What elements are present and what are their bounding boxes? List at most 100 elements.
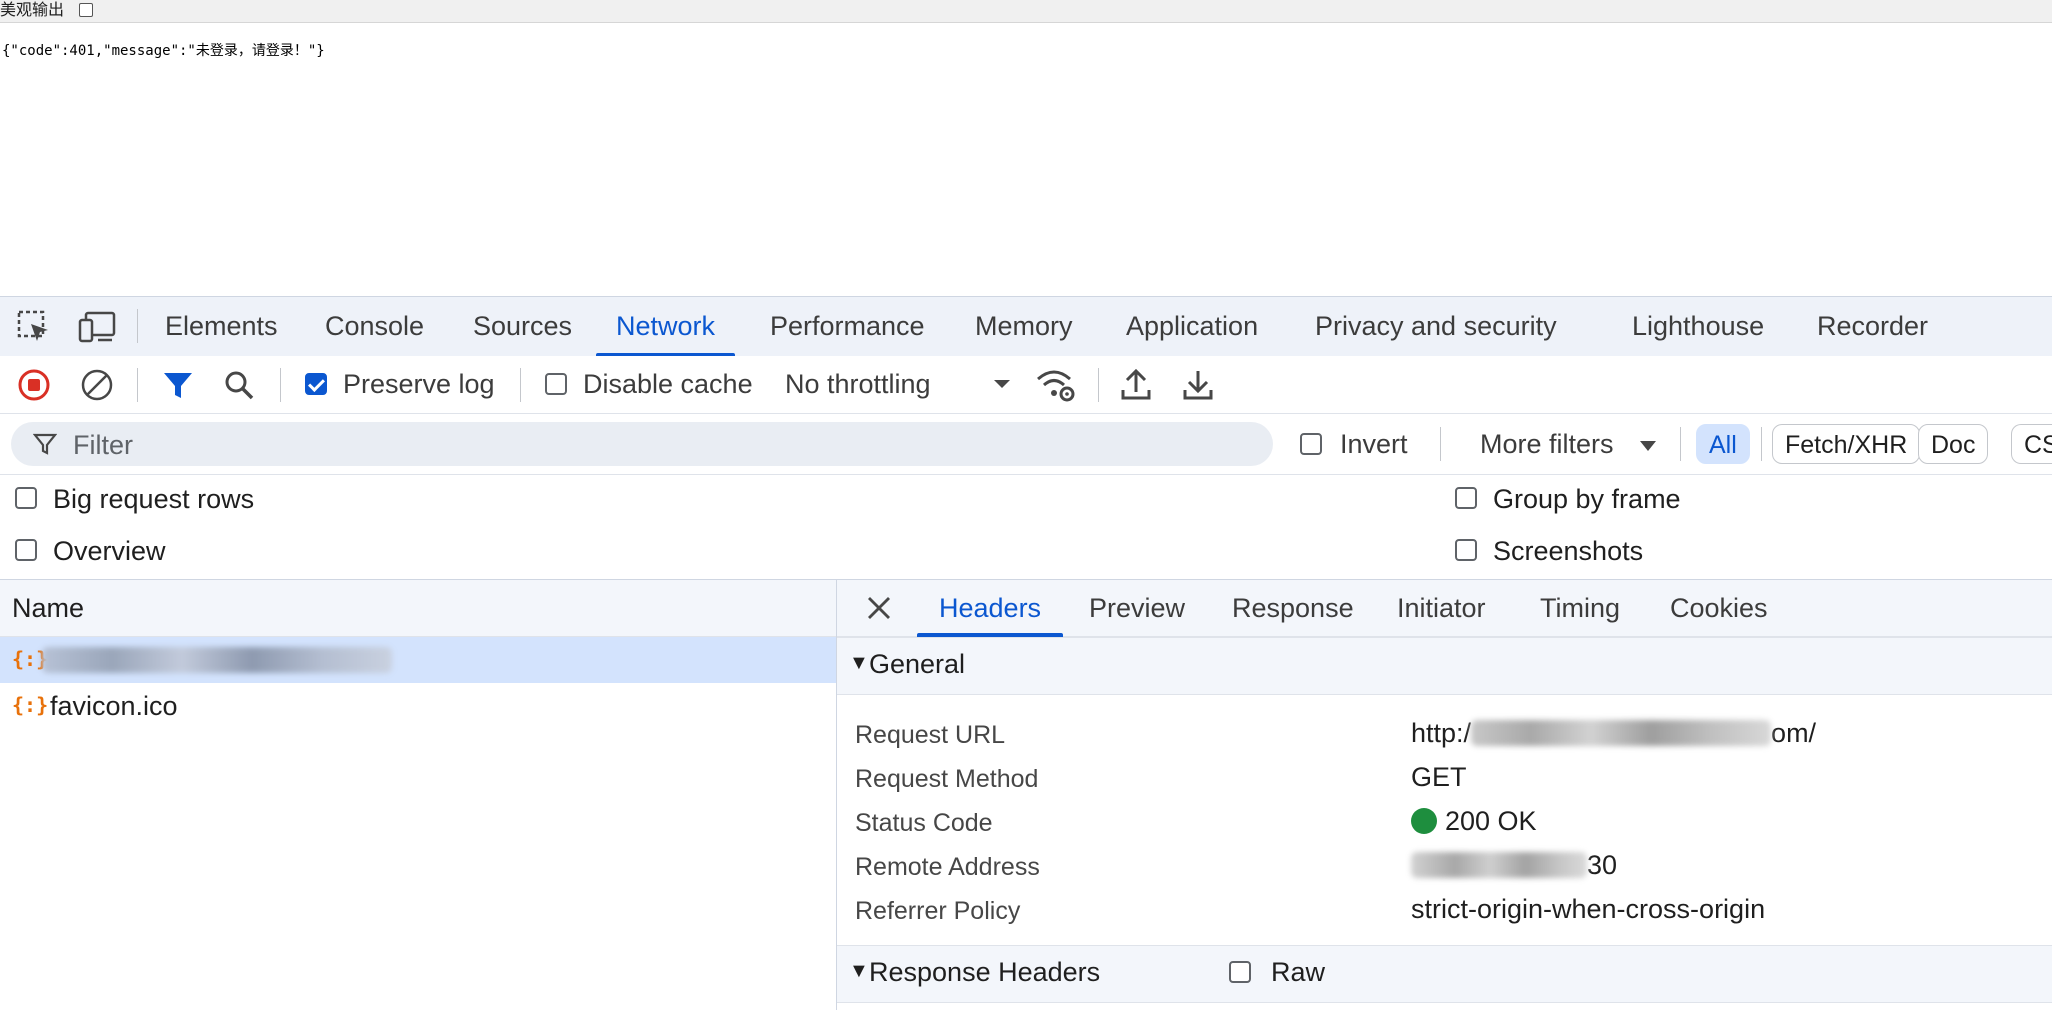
pretty-print-checkbox[interactable] bbox=[79, 3, 93, 17]
response-headers-section-header[interactable]: ▼ Response Headers Raw bbox=[837, 945, 2052, 1003]
status-ok-dot-icon bbox=[1411, 808, 1437, 834]
tab-cookies[interactable]: Cookies bbox=[1670, 580, 1768, 636]
screenshots-label: Screenshots bbox=[1493, 536, 1644, 566]
request-method-value: GET bbox=[1411, 762, 1467, 792]
tab-console[interactable]: Console bbox=[325, 297, 424, 356]
big-request-rows-label: Big request rows bbox=[53, 484, 255, 514]
referrer-policy-value: strict-origin-when-cross-origin bbox=[1411, 894, 1766, 924]
redacted-request-name bbox=[42, 647, 392, 673]
request-name: favicon.ico bbox=[50, 691, 178, 721]
general-section-title: General bbox=[869, 649, 966, 679]
filter-separator bbox=[1761, 427, 1762, 461]
type-filter-css[interactable]: CS bbox=[2011, 424, 2052, 464]
filter-field[interactable] bbox=[11, 422, 1273, 468]
general-section-header[interactable]: ▼ General bbox=[837, 637, 2052, 695]
triangle-down-icon: ▼ bbox=[849, 960, 869, 982]
filter-separator bbox=[1440, 427, 1441, 461]
clear-icon[interactable] bbox=[79, 367, 115, 403]
throttling-select[interactable]: No throttling bbox=[785, 356, 931, 413]
tab-bar-separator bbox=[137, 309, 138, 343]
search-icon[interactable] bbox=[221, 367, 257, 403]
status-code-key: Status Code bbox=[855, 809, 993, 837]
request-row[interactable]: {:} favicon.ico bbox=[0, 683, 836, 729]
filter-input[interactable] bbox=[71, 422, 1255, 468]
status-code-text: 200 OK bbox=[1445, 806, 1537, 836]
redacted-ip bbox=[1411, 852, 1587, 878]
device-toolbar-icon[interactable] bbox=[78, 309, 116, 345]
tab-elements[interactable]: Elements bbox=[165, 297, 278, 356]
preserve-log-checkbox[interactable] bbox=[305, 373, 327, 395]
request-row[interactable]: {:} bbox=[0, 637, 836, 683]
import-har-icon[interactable] bbox=[1118, 366, 1154, 404]
inspect-element-icon[interactable] bbox=[16, 309, 52, 345]
filter-row: Invert More filters All Fetch/XHR Doc CS bbox=[0, 414, 2052, 475]
pretty-print-label: 美观输出 bbox=[0, 0, 65, 19]
overview-label: Overview bbox=[53, 536, 166, 566]
pretty-print-bar: 美观输出 bbox=[0, 0, 2052, 23]
tab-recorder[interactable]: Recorder bbox=[1817, 297, 1928, 356]
tab-lighthouse[interactable]: Lighthouse bbox=[1632, 297, 1764, 356]
tab-network[interactable]: Network bbox=[595, 297, 736, 357]
request-url-value: http:/ om/ bbox=[1411, 718, 1816, 749]
referrer-policy-key: Referrer Policy bbox=[855, 897, 1021, 925]
disable-cache-checkbox[interactable] bbox=[545, 373, 567, 395]
tab-performance[interactable]: Performance bbox=[770, 297, 925, 356]
remote-address-suffix: 30 bbox=[1587, 850, 1618, 880]
export-har-icon[interactable] bbox=[1180, 366, 1216, 404]
json-response-text: {"code":401,"message":"未登录，请登录！"} bbox=[2, 43, 325, 59]
remote-address-value: 30 bbox=[1411, 850, 1617, 881]
request-url-key: Request URL bbox=[855, 721, 1006, 749]
big-request-rows-checkbox[interactable] bbox=[15, 487, 37, 509]
toolbar-separator bbox=[520, 368, 521, 402]
request-method-key: Request Method bbox=[855, 765, 1039, 793]
network-toolbar: Preserve log Disable cache No throttling bbox=[0, 356, 2052, 414]
overview-checkbox[interactable] bbox=[15, 539, 37, 561]
type-filter-all[interactable]: All bbox=[1696, 424, 1750, 464]
filter-separator bbox=[1680, 427, 1681, 461]
tab-preview[interactable]: Preview bbox=[1089, 580, 1185, 636]
type-filter-doc[interactable]: Doc bbox=[1918, 424, 1989, 464]
raw-headers-checkbox[interactable] bbox=[1229, 961, 1251, 983]
response-headers-title: Response Headers bbox=[869, 957, 1101, 987]
raw-headers-label: Raw bbox=[1271, 957, 1326, 987]
tab-application[interactable]: Application bbox=[1126, 297, 1258, 356]
tab-initiator[interactable]: Initiator bbox=[1397, 580, 1486, 636]
request-url-suffix: om/ bbox=[1771, 718, 1817, 748]
stop-recording-icon[interactable] bbox=[16, 367, 52, 403]
tab-response[interactable]: Response bbox=[1232, 580, 1354, 636]
page-content: 美观输出 {"code":401,"message":"未登录，请登录！"} bbox=[0, 0, 2052, 296]
filter-funnel-icon bbox=[33, 432, 57, 456]
devtools-panel: Elements Console Sources Network Perform… bbox=[0, 296, 2052, 1010]
tab-headers[interactable]: Headers bbox=[916, 580, 1064, 637]
tab-timing[interactable]: Timing bbox=[1540, 580, 1620, 636]
filter-funnel-icon[interactable] bbox=[160, 367, 196, 403]
chevron-down-icon[interactable] bbox=[990, 374, 1014, 394]
preserve-log-label: Preserve log bbox=[343, 369, 495, 399]
group-by-frame-label: Group by frame bbox=[1493, 484, 1681, 514]
more-filters-button[interactable]: More filters bbox=[1480, 416, 1614, 473]
fetch-request-icon: {:} bbox=[12, 693, 49, 717]
type-filter-fetch-xhr[interactable]: Fetch/XHR bbox=[1772, 424, 1921, 464]
details-tab-bar: Headers Preview Response Initiator Timin… bbox=[837, 580, 2052, 637]
tab-sources[interactable]: Sources bbox=[473, 297, 572, 356]
redacted-url bbox=[1471, 720, 1772, 746]
close-icon[interactable] bbox=[865, 594, 893, 622]
toolbar-separator bbox=[280, 368, 281, 402]
invert-label: Invert bbox=[1340, 429, 1408, 459]
chevron-down-icon[interactable] bbox=[1638, 438, 1658, 454]
group-by-frame-checkbox[interactable] bbox=[1455, 487, 1477, 509]
disable-cache-label: Disable cache bbox=[583, 369, 753, 399]
request-list: Name {:} {:} favicon.ico bbox=[0, 580, 837, 1010]
tab-memory[interactable]: Memory bbox=[975, 297, 1073, 356]
request-url-prefix: http:/ bbox=[1411, 718, 1472, 748]
toolbar-separator bbox=[1098, 368, 1099, 402]
triangle-down-icon: ▼ bbox=[849, 652, 869, 674]
column-header-name[interactable]: Name bbox=[0, 580, 836, 637]
tab-privacy-and-security[interactable]: Privacy and security bbox=[1315, 297, 1557, 356]
remote-address-key: Remote Address bbox=[855, 853, 1040, 881]
network-conditions-icon[interactable] bbox=[1036, 366, 1076, 404]
request-details-pane: Headers Preview Response Initiator Timin… bbox=[837, 580, 2052, 1010]
network-settings-options: Big request rows Overview Group by frame… bbox=[0, 475, 2052, 580]
screenshots-checkbox[interactable] bbox=[1455, 539, 1477, 561]
invert-checkbox[interactable] bbox=[1300, 433, 1322, 455]
